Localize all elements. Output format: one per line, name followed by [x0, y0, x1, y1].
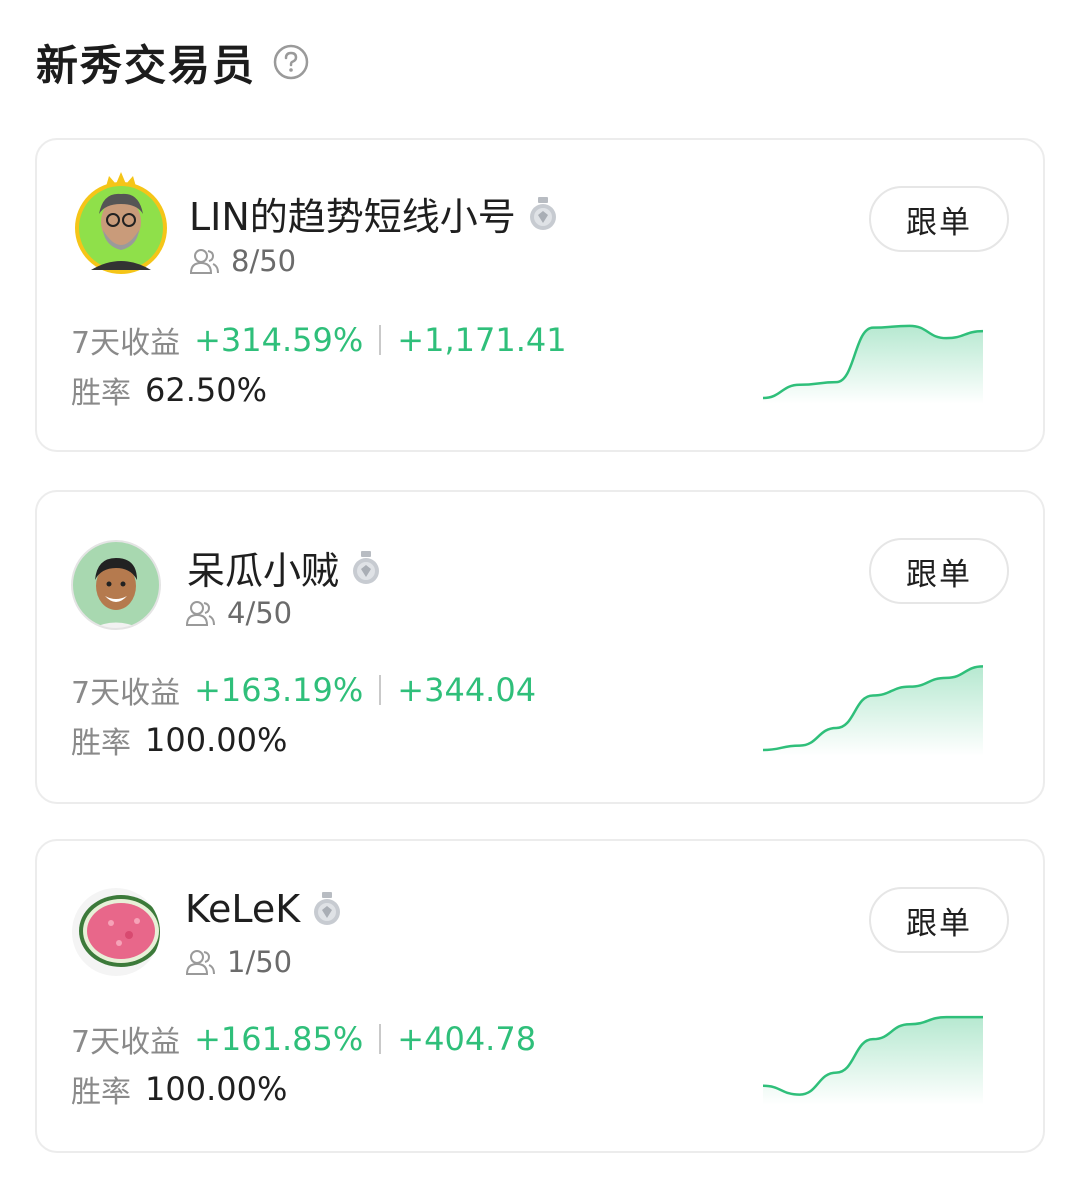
win-rate-label: 胜率	[71, 1075, 131, 1110]
return-percent: +161.85%	[194, 1020, 364, 1058]
seven-day-label: 7天收益	[71, 676, 181, 711]
win-rate-value: 100.00%	[145, 1070, 288, 1108]
followers-row: 4/50	[185, 596, 292, 630]
trader-name-row: 呆瓜小贼	[187, 540, 381, 595]
sparkline-chart	[763, 324, 983, 404]
sparkline-area	[763, 666, 983, 756]
people-icon	[185, 948, 215, 976]
return-percent: +163.19%	[194, 671, 364, 709]
sparkline-area	[763, 1017, 983, 1105]
return-amount: +404.78	[397, 1020, 537, 1058]
trader-name-row: LIN的趋势短线小号	[189, 186, 558, 241]
return-amount: +344.04	[397, 671, 537, 709]
trader-avatar[interactable]	[73, 172, 167, 274]
silver-medal-icon	[312, 892, 342, 926]
section-title: 新秀交易员	[36, 40, 257, 90]
followers-count: 4/50	[227, 596, 293, 630]
sparkline-chart	[763, 1015, 983, 1105]
followers-row: 8/50	[189, 244, 296, 278]
divider	[379, 325, 382, 355]
question-circle-icon[interactable]	[272, 43, 310, 81]
seven-day-label: 7天收益	[71, 1025, 181, 1060]
trader-avatar[interactable]	[71, 887, 161, 977]
silver-medal-icon	[528, 196, 558, 231]
win-rate-label: 胜率	[71, 376, 131, 411]
trader-card[interactable]: LIN的趋势短线小号 8/50 跟单 7天收益 +314.59% +1,171.…	[35, 138, 1045, 452]
sparkline-chart	[763, 665, 983, 756]
followers-row: 1/50	[185, 945, 292, 979]
return-percent: +314.59%	[194, 321, 364, 359]
seven-day-label: 7天收益	[71, 326, 181, 361]
trader-name[interactable]: 呆瓜小贼	[187, 540, 339, 595]
follow-button[interactable]: 跟单	[869, 186, 1009, 252]
return-row: 7天收益 +161.85% +404.78	[71, 1017, 536, 1061]
divider	[379, 675, 382, 705]
follow-button[interactable]: 跟单	[869, 538, 1009, 604]
people-icon	[189, 247, 219, 275]
return-amount: +1,171.41	[397, 321, 567, 359]
winrate-row: 胜率 100.00%	[71, 718, 287, 762]
trader-card[interactable]: 呆瓜小贼 4/50 跟单 7天收益 +163.19% +344.04 胜率 10…	[35, 490, 1045, 804]
people-icon	[185, 599, 215, 627]
winrate-row: 胜率 100.00%	[71, 1067, 287, 1111]
return-row: 7天收益 +314.59% +1,171.41	[71, 318, 567, 362]
trader-name-row: KeLeK	[185, 887, 342, 931]
divider	[379, 1024, 382, 1054]
trader-name[interactable]: LIN的趋势短线小号	[189, 186, 516, 241]
win-rate-value: 62.50%	[145, 371, 268, 409]
win-rate-label: 胜率	[71, 726, 131, 761]
silver-medal-icon	[351, 550, 381, 585]
section-header: 新秀交易员	[36, 34, 310, 90]
follow-button[interactable]: 跟单	[869, 887, 1009, 953]
followers-count: 1/50	[227, 945, 293, 979]
followers-count: 8/50	[231, 244, 297, 278]
return-row: 7天收益 +163.19% +344.04	[71, 668, 536, 712]
winrate-row: 胜率 62.50%	[71, 368, 267, 412]
trader-card[interactable]: KeLeK 1/50 跟单 7天收益 +161.85% +404.78 胜率 1…	[35, 839, 1045, 1153]
trader-avatar[interactable]	[71, 540, 161, 630]
win-rate-value: 100.00%	[145, 721, 288, 759]
trader-name[interactable]: KeLeK	[185, 887, 300, 931]
